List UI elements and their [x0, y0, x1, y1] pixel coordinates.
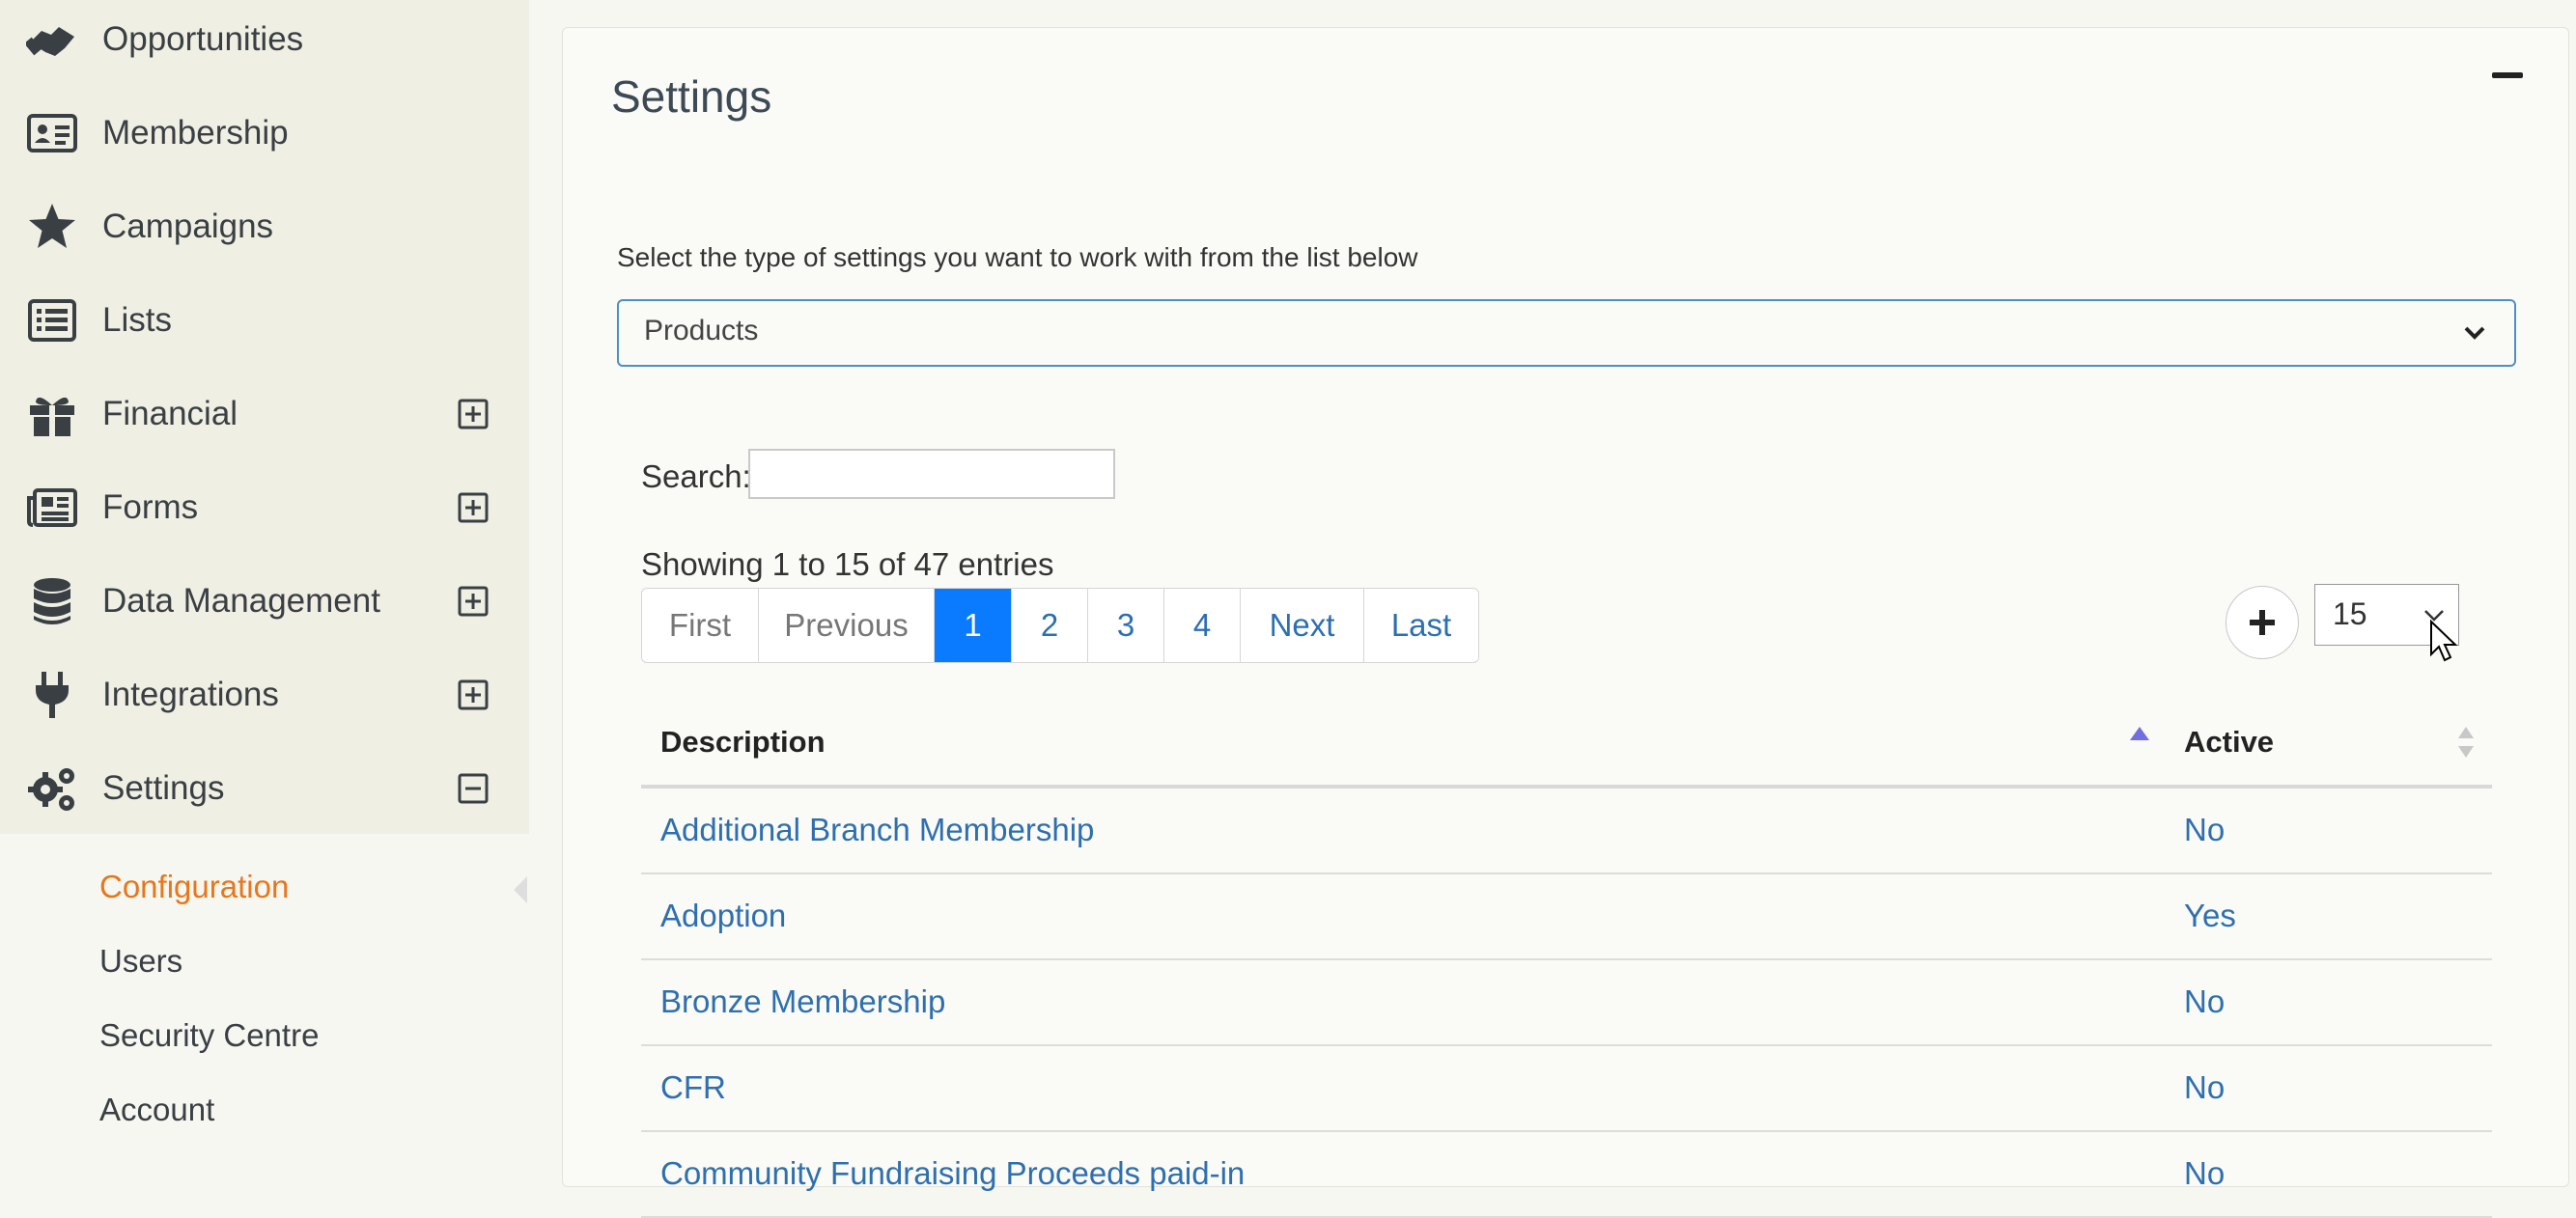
sidebar-item-label: Integrations: [102, 675, 279, 713]
page-next-button[interactable]: Next: [1241, 589, 1364, 662]
expand-icon[interactable]: [458, 399, 489, 429]
page-1-button[interactable]: 1: [935, 589, 1012, 662]
page-2-button[interactable]: 2: [1012, 589, 1088, 662]
table-row[interactable]: Community Fundraising Proceeds paid-in N…: [641, 1132, 2492, 1218]
table-row[interactable]: Additional Branch Membership No: [641, 789, 2492, 874]
newspaper-icon: [25, 481, 79, 535]
panel-title: Settings: [611, 71, 772, 122]
sort-both-icon: [2458, 727, 2474, 758]
sidebar-nav: Opportunities Membership Campaigns Lists: [0, 0, 529, 834]
gift-icon: [25, 387, 79, 441]
sidebar-item-label: Data Management: [102, 581, 380, 620]
expand-icon[interactable]: [458, 492, 489, 523]
id-card-icon: [25, 106, 79, 160]
table-row[interactable]: CFR No: [641, 1046, 2492, 1132]
table-row[interactable]: Bronze Membership No: [641, 960, 2492, 1046]
sidebar: Opportunities Membership Campaigns Lists: [0, 0, 529, 1166]
sidebar-item-integrations[interactable]: Integrations: [0, 648, 529, 741]
database-icon: [25, 574, 79, 628]
active-indicator: [514, 876, 527, 903]
settings-type-select[interactable]: Products: [617, 299, 2516, 367]
sidebar-item-financial[interactable]: Financial: [0, 367, 529, 460]
page-length-value: 15: [2333, 596, 2367, 631]
expand-icon[interactable]: [458, 679, 489, 710]
description-link[interactable]: Additional Branch Membership: [660, 812, 1094, 848]
sidebar-item-label: Settings: [102, 768, 225, 807]
mouse-cursor-icon: [2430, 620, 2458, 662]
search-input[interactable]: [748, 449, 1115, 499]
plug-icon: [25, 668, 79, 722]
description-link[interactable]: CFR: [660, 1069, 726, 1106]
gears-icon: [25, 761, 79, 816]
collapse-icon[interactable]: [458, 773, 489, 804]
submenu-item-users[interactable]: Users: [99, 943, 182, 980]
table-header: Description Active: [641, 704, 2492, 789]
page-previous-button[interactable]: Previous: [759, 589, 935, 662]
plus-icon: [2250, 610, 2275, 635]
sort-ascending-icon: [2130, 727, 2149, 740]
page-3-button[interactable]: 3: [1088, 589, 1164, 662]
sidebar-item-settings[interactable]: Settings: [0, 741, 529, 835]
chevron-down-icon: [2464, 326, 2485, 340]
submenu-item-security-centre[interactable]: Security Centre: [99, 1017, 319, 1054]
page-last-button[interactable]: Last: [1364, 589, 1478, 662]
submenu-item-configuration[interactable]: Configuration: [99, 869, 289, 905]
page-first-button[interactable]: First: [642, 589, 759, 662]
settings-panel: Settings Select the type of settings you…: [562, 27, 2569, 1218]
active-value[interactable]: No: [2184, 1155, 2225, 1192]
settings-type-value: Products: [644, 315, 759, 346]
sidebar-item-opportunities[interactable]: Opportunities: [0, 0, 529, 86]
expand-icon[interactable]: [458, 586, 489, 617]
sidebar-item-label: Campaigns: [102, 207, 274, 245]
list-icon: [25, 293, 79, 347]
description-link[interactable]: Community Fundraising Proceeds paid-in: [660, 1155, 1245, 1192]
products-table: Description Active Additional Branch Mem…: [641, 704, 2492, 1218]
pagination: First Previous 1 2 3 4 Next Last: [641, 588, 1479, 663]
sidebar-item-label: Membership: [102, 113, 289, 152]
sidebar-item-label: Lists: [102, 300, 172, 339]
settings-type-instructions: Select the type of settings you want to …: [617, 242, 1418, 272]
column-header-active[interactable]: Active: [2184, 725, 2274, 760]
table-info: Showing 1 to 15 of 47 entries: [641, 546, 1054, 582]
sidebar-item-label: Opportunities: [102, 19, 304, 58]
sidebar-item-campaigns[interactable]: Campaigns: [0, 180, 529, 273]
collapse-panel-button[interactable]: [2492, 72, 2523, 78]
search-label: Search:: [641, 458, 751, 494]
sidebar-item-lists[interactable]: Lists: [0, 273, 529, 367]
star-icon: [25, 200, 79, 254]
description-link[interactable]: Adoption: [660, 898, 786, 934]
active-value[interactable]: No: [2184, 1069, 2225, 1106]
sidebar-item-label: Forms: [102, 487, 199, 526]
active-value[interactable]: No: [2184, 812, 2225, 848]
submenu-item-account[interactable]: Account: [99, 1092, 214, 1128]
description-link[interactable]: Bronze Membership: [660, 983, 945, 1020]
sidebar-item-data-management[interactable]: Data Management: [0, 554, 529, 648]
add-button[interactable]: [2226, 586, 2299, 659]
table-row[interactable]: Adoption Yes: [641, 874, 2492, 960]
sidebar-item-label: Financial: [102, 394, 238, 432]
page-4-button[interactable]: 4: [1164, 589, 1241, 662]
column-header-description[interactable]: Description: [660, 725, 826, 760]
active-value[interactable]: No: [2184, 983, 2225, 1020]
sidebar-item-membership[interactable]: Membership: [0, 86, 529, 180]
handshake-icon: [25, 13, 79, 67]
sidebar-item-forms[interactable]: Forms: [0, 460, 529, 554]
active-value[interactable]: Yes: [2184, 898, 2236, 934]
